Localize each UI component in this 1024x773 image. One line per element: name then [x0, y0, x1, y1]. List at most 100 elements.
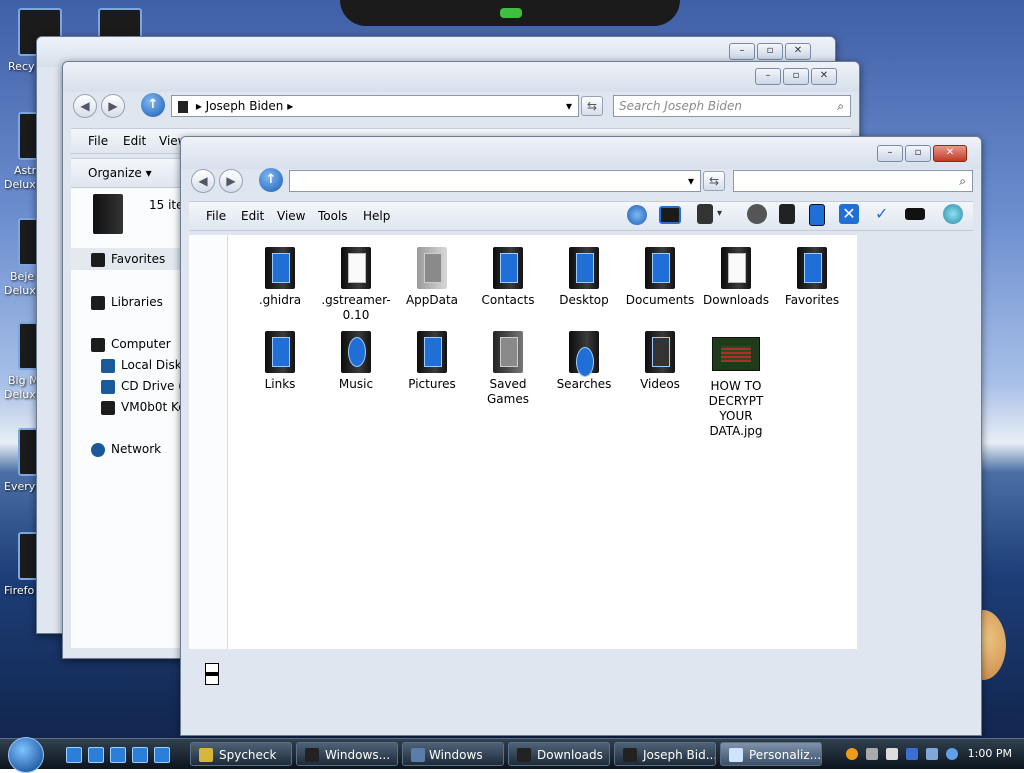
close-button[interactable]: ✕	[785, 43, 811, 60]
folder-item[interactable]: .gstreamer-0.10	[319, 247, 393, 323]
address-dropdown-icon[interactable]: ▾	[566, 96, 572, 116]
quick-launch-icon[interactable]	[88, 747, 104, 763]
folder-item[interactable]: Pictures	[395, 331, 469, 392]
organize-label: Organize	[88, 166, 142, 180]
folder-item-label: .ghidra	[258, 293, 302, 307]
volume-icon[interactable]	[946, 748, 958, 760]
breadcrumb-item[interactable]: Joseph Biden	[206, 99, 284, 113]
address-dropdown-icon[interactable]: ▾	[688, 171, 694, 191]
status-led-icon	[500, 8, 522, 18]
drive-icon[interactable]	[905, 208, 925, 220]
taskbar-button-personalize[interactable]: Personaliz...	[720, 742, 822, 766]
folder-icon	[339, 247, 373, 289]
taskbar-button-joseph-biden[interactable]: Joseph Bid...	[614, 742, 716, 766]
folder-icon	[567, 331, 601, 377]
nav-network[interactable]: Network	[91, 442, 161, 457]
folder-item[interactable]: Desktop	[547, 247, 621, 308]
menu-help[interactable]: Help	[363, 209, 390, 223]
checkmark-icon[interactable]: ✓	[875, 204, 895, 224]
quick-launch-icon[interactable]	[154, 747, 170, 763]
paste-icon[interactable]	[809, 204, 825, 226]
refresh-button[interactable]: ⇆	[581, 96, 603, 116]
folder-item[interactable]: .ghidra	[243, 247, 317, 308]
menu-edit[interactable]: Edit	[241, 209, 264, 223]
clock[interactable]: 1:00 PM	[968, 747, 1012, 760]
maximize-button[interactable]: ▫	[783, 68, 809, 85]
folder-item[interactable]: Music	[319, 331, 393, 392]
back-button[interactable]: ◀	[73, 94, 97, 118]
globe-icon[interactable]	[943, 204, 963, 224]
minimize-button[interactable]: –	[755, 68, 781, 85]
tray-icon[interactable]	[866, 748, 878, 760]
quick-launch-icon[interactable]	[66, 747, 82, 763]
search-tray-icon[interactable]	[846, 748, 858, 760]
search-input[interactable]: ⌕	[733, 170, 973, 192]
copy-icon[interactable]	[779, 204, 795, 224]
search-icon[interactable]: ⌕	[959, 171, 966, 191]
folder-item-label: Videos	[640, 377, 680, 391]
folder-icon	[178, 100, 188, 113]
folder-item[interactable]: Videos	[623, 331, 697, 392]
folder-item[interactable]: Searches	[547, 331, 621, 392]
taskbar-button-spycheck[interactable]: Spycheck	[190, 742, 292, 766]
nav-label: Favorites	[111, 252, 166, 266]
quick-launch-icon[interactable]	[110, 747, 126, 763]
forward-button[interactable]: ▶	[101, 94, 125, 118]
menu-tools[interactable]: Tools	[318, 209, 348, 223]
shield-icon[interactable]	[906, 748, 918, 760]
folder-item[interactable]: Links	[243, 331, 317, 392]
taskbar-button-windows-1[interactable]: Windows...	[296, 742, 398, 766]
personalize-icon	[729, 748, 743, 762]
folder-item[interactable]: Saved Games	[471, 331, 545, 407]
taskbar-button-downloads[interactable]: Downloads	[508, 742, 610, 766]
properties-icon[interactable]	[697, 204, 713, 224]
refresh-button[interactable]: ⇆	[703, 171, 725, 191]
view-icon[interactable]	[747, 204, 767, 224]
tray-icon[interactable]	[886, 748, 898, 760]
search-icon[interactable]: ⌕	[837, 96, 844, 116]
folder-item-label: Desktop	[559, 293, 609, 307]
up-folder-button[interactable]: ↑	[141, 93, 165, 117]
desktop-icon-label: Recy	[8, 60, 35, 73]
up-folder-button[interactable]: ↑	[259, 168, 283, 192]
minimize-button[interactable]: –	[877, 145, 903, 162]
nav-label: Computer	[111, 337, 171, 351]
nav-computer[interactable]: Computer	[91, 337, 171, 352]
nav-cd-drive[interactable]: CD Drive (E	[101, 379, 191, 394]
user-folder-icon	[93, 194, 123, 234]
maximize-button[interactable]: ▫	[905, 145, 931, 162]
menu-file[interactable]: File	[206, 209, 226, 223]
window-icon[interactable]	[659, 206, 681, 224]
nav-libraries[interactable]: Libraries	[91, 295, 163, 310]
menu-view[interactable]: View	[277, 209, 305, 223]
close-button[interactable]: ✕	[811, 68, 837, 85]
delete-icon[interactable]: ✕	[839, 204, 859, 224]
minimize-button[interactable]: –	[729, 43, 755, 60]
organize-button[interactable]: Organize ▾	[88, 166, 152, 180]
back-button[interactable]: ◀	[191, 169, 215, 193]
address-bar[interactable]: ▾	[289, 170, 701, 192]
search-input[interactable]: Search Joseph Biden ⌕	[613, 95, 851, 117]
folder-item[interactable]: Downloads	[699, 247, 773, 308]
network-tray-icon[interactable]	[926, 748, 938, 760]
maximize-button[interactable]: ▫	[757, 43, 783, 60]
quick-launch-icon[interactable]	[132, 747, 148, 763]
explorer-window-front[interactable]: – ▫ ✕ ◀ ▶ ↑ ▾ ⇆ ⌕ File Edit View Tools H…	[180, 136, 982, 736]
folder-item[interactable]: Contacts	[471, 247, 545, 308]
folder-item[interactable]: Documents	[623, 247, 697, 308]
folder-icon	[623, 748, 637, 762]
close-button[interactable]: ✕	[933, 145, 967, 162]
file-list-pane: .ghidra .gstreamer-0.10 AppData Contacts…	[189, 235, 857, 649]
menu-edit[interactable]: Edit	[123, 134, 146, 148]
item-count: 15 ite	[149, 198, 184, 212]
folder-item-label: Downloads	[703, 293, 769, 307]
chevron-down-icon[interactable]: ▾	[717, 204, 727, 224]
menu-file[interactable]: File	[88, 134, 108, 148]
up-arrow-icon[interactable]	[627, 205, 647, 225]
folder-item[interactable]: AppData	[395, 247, 469, 308]
address-bar[interactable]: ▸ Joseph Biden ▸ ▾	[171, 95, 579, 117]
taskbar-button-windows-2[interactable]: Windows	[402, 742, 504, 766]
folder-item[interactable]: Favorites	[775, 247, 849, 308]
forward-button[interactable]: ▶	[219, 169, 243, 193]
file-item[interactable]: HOW TO DECRYPT YOUR DATA.jpg	[699, 331, 773, 439]
